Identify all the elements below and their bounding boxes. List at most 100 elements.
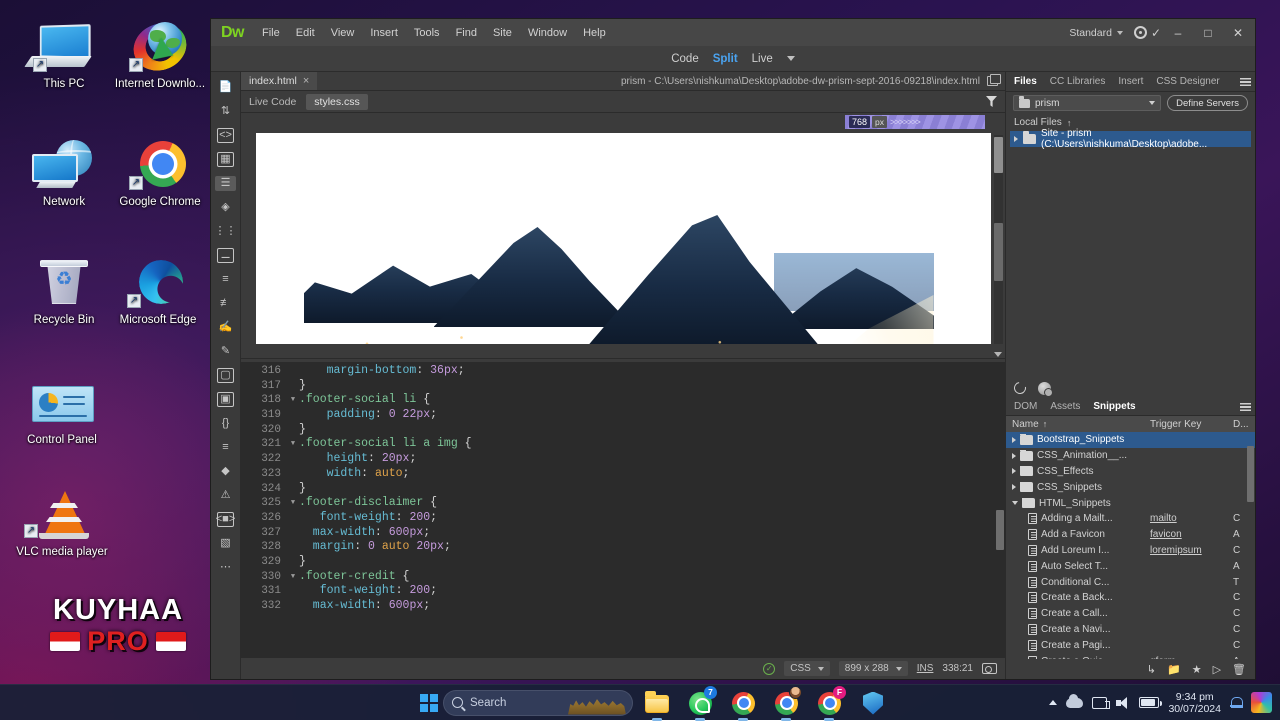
- site-dropdown[interactable]: prism: [1013, 95, 1161, 111]
- maximize-button[interactable]: □: [1195, 22, 1221, 43]
- device-preview-icon[interactable]: [982, 663, 997, 674]
- code-line[interactable]: }: [299, 482, 1005, 497]
- new-folder-icon[interactable]: 📁: [1167, 663, 1181, 676]
- rendered-page[interactable]: [256, 133, 991, 358]
- desktop-icon-this-pc[interactable]: This PC: [16, 22, 112, 91]
- define-servers-button[interactable]: Define Servers: [1167, 95, 1248, 111]
- code-line[interactable]: font-weight: 200;: [299, 511, 1005, 526]
- snippet-row[interactable]: Create a Navi...C: [1006, 622, 1255, 638]
- insert-mode-toggle[interactable]: INS: [917, 663, 934, 674]
- target-icon[interactable]: ◈: [217, 200, 234, 215]
- syntax-error-icon[interactable]: ⚠: [217, 488, 234, 503]
- code-scrollbar-track[interactable]: [995, 362, 1005, 657]
- collapse-icon[interactable]: ▢: [217, 368, 234, 383]
- start-button[interactable]: [420, 694, 438, 712]
- taskbar-chrome-facebook[interactable]: F: [814, 688, 844, 718]
- chevron-right-icon[interactable]: [1012, 453, 1016, 459]
- menu-insert[interactable]: Insert: [362, 23, 406, 43]
- code-line[interactable]: margin-bottom: 36px;: [299, 364, 1005, 379]
- view-options-chevron-down-icon[interactable]: [787, 56, 795, 61]
- delete-snippet-icon[interactable]: 🗑: [1232, 663, 1246, 676]
- column-header-description[interactable]: D...: [1233, 419, 1255, 430]
- line-numbers-icon[interactable]: ≡: [217, 440, 234, 455]
- validation-ok-icon[interactable]: ✓: [763, 663, 775, 675]
- taskbar-chrome-profile[interactable]: [771, 688, 801, 718]
- workspace-switcher[interactable]: Standard: [1062, 24, 1130, 42]
- snippet-row[interactable]: Adding a Mailt...mailtoC: [1006, 511, 1255, 527]
- close-button[interactable]: ✕: [1225, 22, 1251, 43]
- comment-icon[interactable]: ✍: [217, 320, 234, 335]
- code-line[interactable]: margin: 0 auto 20px;: [299, 540, 1005, 555]
- recent-snippets-icon[interactable]: ⚊: [217, 248, 234, 263]
- menu-file[interactable]: File: [254, 23, 288, 43]
- tab-dom[interactable]: DOM: [1014, 401, 1037, 412]
- document-tab-index-html[interactable]: index.html ×: [241, 72, 317, 90]
- snippet-row[interactable]: Create a Pagi...C: [1006, 637, 1255, 653]
- sort-ascending-icon[interactable]: ↑: [1067, 118, 1072, 128]
- code-view-icon[interactable]: <>: [217, 128, 234, 143]
- chevron-right-icon[interactable]: [1014, 136, 1018, 142]
- menu-tools[interactable]: Tools: [406, 23, 448, 43]
- desktop-icon-control-panel[interactable]: Control Panel: [14, 378, 110, 447]
- snippet-row[interactable]: Create a Call...C: [1006, 606, 1255, 622]
- code-editor[interactable]: 3163173183193203213223233243253263273283…: [241, 362, 1005, 657]
- document-format-selector[interactable]: CSS: [784, 661, 830, 676]
- chevron-right-icon[interactable]: [1012, 484, 1016, 490]
- tab-snippets[interactable]: Snippets: [1093, 401, 1135, 412]
- chevron-right-icon[interactable]: [1012, 468, 1016, 474]
- indent-icon[interactable]: ≡: [217, 272, 234, 287]
- uncomment-icon[interactable]: ✎: [217, 344, 234, 359]
- taskbar-whatsapp[interactable]: 7: [685, 688, 715, 718]
- code-fold-toggle-icon[interactable]: ▼: [287, 393, 299, 408]
- code-fold-toggle-icon[interactable]: ▼: [287, 437, 299, 452]
- more-options-icon[interactable]: ⋯: [217, 560, 234, 575]
- taskbar-file-explorer[interactable]: [642, 688, 672, 718]
- tab-insert[interactable]: Insert: [1118, 76, 1143, 87]
- panel-menu-icon[interactable]: [1240, 78, 1251, 86]
- taskbar-chrome[interactable]: [728, 688, 758, 718]
- apply-source-icon[interactable]: <■>: [217, 512, 234, 527]
- show-hidden-icons-chevron-up-icon[interactable]: [1049, 700, 1057, 705]
- menu-view[interactable]: View: [323, 23, 363, 43]
- check-icon[interactable]: ✓: [1151, 26, 1161, 40]
- desktop-icon-idm[interactable]: Internet Downlo...: [112, 22, 208, 91]
- code-scrollbar-thumb[interactable]: [996, 510, 1004, 550]
- menu-help[interactable]: Help: [575, 23, 614, 43]
- snippet-row[interactable]: CSS_Effects: [1006, 464, 1255, 480]
- code-line[interactable]: }: [299, 379, 1005, 394]
- code-fold-toggle-icon[interactable]: ▼: [287, 570, 299, 585]
- column-header-name-wrap[interactable]: Name ↑: [1006, 419, 1150, 430]
- insert-snippet-icon[interactable]: ↳: [1147, 663, 1156, 676]
- window-size-selector[interactable]: 899 x 288: [839, 661, 908, 676]
- onedrive-cloud-icon[interactable]: [1066, 698, 1083, 708]
- tab-cc-libraries[interactable]: CC Libraries: [1050, 76, 1106, 87]
- highlight-icon[interactable]: ◆: [217, 464, 234, 479]
- snippet-row[interactable]: HTML_Snippets: [1006, 495, 1255, 511]
- chevron-down-icon[interactable]: [1012, 501, 1018, 505]
- scroll-down-icon[interactable]: [994, 352, 1002, 357]
- sort-updown-icon[interactable]: ⇅: [217, 104, 234, 119]
- code-line[interactable]: }: [299, 555, 1005, 570]
- code-line[interactable]: .footer-disclaimer {: [299, 496, 1005, 511]
- code-line[interactable]: height: 20px;: [299, 452, 1005, 467]
- outdent-icon[interactable]: ≢: [217, 296, 234, 311]
- tree-row-site-root[interactable]: Site - prism (C:\Users\nishkuma\Desktop\…: [1010, 131, 1251, 147]
- desktop-icon-chrome[interactable]: Google Chrome: [112, 140, 208, 209]
- edit-snippet-icon[interactable]: ▷: [1213, 663, 1221, 676]
- gear-icon[interactable]: [1134, 26, 1147, 39]
- braces-icon[interactable]: {}: [217, 416, 234, 431]
- code-line[interactable]: padding: 0 22px;: [299, 408, 1005, 423]
- menu-window[interactable]: Window: [520, 23, 575, 43]
- volume-icon[interactable]: [1116, 697, 1130, 709]
- snippet-row[interactable]: Create a Back...C: [1006, 590, 1255, 606]
- inspect-icon[interactable]: ▦: [217, 152, 234, 167]
- snippet-row[interactable]: Auto Select T...A: [1006, 558, 1255, 574]
- snippet-row[interactable]: Add Loreum I...loremipsumC: [1006, 543, 1255, 559]
- code-fold-gutter[interactable]: ▼▼▼▼: [287, 362, 299, 657]
- battery-icon[interactable]: [1139, 697, 1159, 708]
- panel-menu-icon[interactable]: [1240, 403, 1251, 411]
- new-snippet-icon[interactable]: ★: [1192, 663, 1202, 676]
- view-tab-split[interactable]: Split: [713, 53, 738, 65]
- snippet-row[interactable]: CSS_Animation__...: [1006, 448, 1255, 464]
- desktop-icon-vlc[interactable]: VLC media player: [14, 490, 110, 559]
